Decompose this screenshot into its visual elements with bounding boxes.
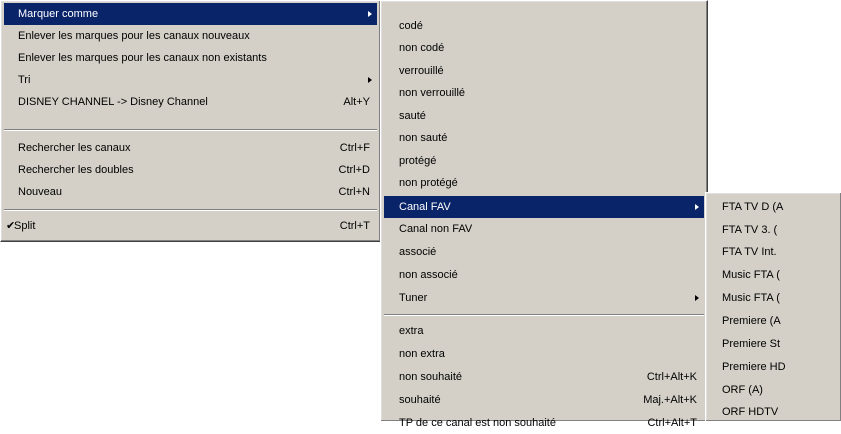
menu-item-label: Rechercher les doubles xyxy=(18,164,134,176)
menu-item-rename-case[interactable]: DISNEY CHANNEL -> Disney Channel Alt+Y xyxy=(4,91,377,113)
menu-item-fav-list[interactable]: FTA TV D (A xyxy=(709,196,838,218)
menu-item-label: Canal non FAV xyxy=(399,223,473,235)
menu-item-coded[interactable]: codé xyxy=(384,15,704,37)
menu-item-label: Premiere (A xyxy=(722,315,781,327)
menu-item-label: Rechercher les canaux xyxy=(18,142,131,154)
menu-item-label: associé xyxy=(399,246,437,258)
menu-item-label: TP de ce canal est non souhaité xyxy=(399,417,556,429)
menu-item-unlocked[interactable]: non verrouillé xyxy=(384,82,704,104)
menu-item-label: Music FTA ( xyxy=(722,292,780,304)
menu-item-label: non souhaité xyxy=(399,371,462,383)
menu-item-tuner[interactable]: Tuner xyxy=(384,287,704,309)
submenu-arrow-icon xyxy=(695,295,699,301)
menu-item-label: souhaité xyxy=(399,394,441,406)
menu-item-label: extra xyxy=(399,325,424,337)
menu-item-label: Premiere HD xyxy=(722,361,786,373)
menu-item-skipped[interactable]: sauté xyxy=(384,105,704,127)
menu-item-shortcut: Ctrl+D xyxy=(338,164,370,176)
menu-item-label: Nouveau xyxy=(18,186,63,198)
submenu-mark-as: codé non codé verrouillé non verrouillé … xyxy=(380,0,708,429)
menu-item-label: Enlever les marques pour les canaux non … xyxy=(18,52,267,64)
menu-item-not-coded[interactable]: non codé xyxy=(384,37,704,59)
menu-item-unwanted[interactable]: non souhaité Ctrl+Alt+K xyxy=(384,366,704,388)
menu-item-label: Music FTA ( xyxy=(722,269,780,281)
menu-item-label: Marquer comme xyxy=(18,8,99,20)
menu-item-label: Tuner xyxy=(399,292,428,304)
menu-item-search-duplicates[interactable]: Rechercher les doubles Ctrl+D xyxy=(4,159,377,181)
menu-item-shortcut: Alt+Y xyxy=(343,96,370,108)
menu-item-sort[interactable]: Tri xyxy=(4,69,377,91)
menu-item-label: FTA TV Int. xyxy=(722,246,777,258)
menu-item-fav-list[interactable]: Premiere HD xyxy=(709,356,838,378)
menu-item-label: Canal FAV xyxy=(399,201,451,213)
menu-item-label: non protégé xyxy=(399,177,458,189)
menu-item-label: non associé xyxy=(399,269,458,281)
menu-item-label: ORF (A) xyxy=(722,384,763,396)
menu-item-shortcut: Ctrl+F xyxy=(339,142,370,154)
menu-item-label: non codé xyxy=(399,42,445,54)
menu-item-shortcut: Ctrl+T xyxy=(339,220,370,232)
menu-item-fav-list[interactable]: FTA TV Int. xyxy=(709,241,838,263)
menu-item-label: Premiere St xyxy=(722,338,781,350)
submenu-arrow-icon xyxy=(695,204,699,210)
menu-item-fav-list[interactable]: FTA TV 3. ( xyxy=(709,219,838,241)
menu-item-non-fav-channel[interactable]: Canal non FAV xyxy=(384,218,704,240)
menu-item-label: verrouillé xyxy=(399,65,444,77)
menu-item-protected[interactable]: protégé xyxy=(384,150,704,172)
menu-item-label: Split xyxy=(14,220,36,232)
menu-item-label: non extra xyxy=(399,348,445,360)
menu-item-fav-list[interactable]: Premiere (A xyxy=(709,310,838,332)
menu-item-new[interactable]: Nouveau Ctrl+N xyxy=(4,181,377,203)
menu-item-wanted[interactable]: souhaité Maj.+Alt+K xyxy=(384,389,704,411)
menu-item-not-protected[interactable]: non protégé xyxy=(384,172,704,194)
menu-item-label: DISNEY CHANNEL -> Disney Channel xyxy=(18,96,208,108)
menu-item-label: non sauté xyxy=(399,132,448,144)
menu-item-label: codé xyxy=(399,20,423,32)
context-menu-main: Marquer comme Enlever les marques pour l… xyxy=(0,0,381,242)
menu-item-label: FTA TV D (A xyxy=(722,201,784,213)
menu-item-search-channels[interactable]: Rechercher les canaux Ctrl+F xyxy=(4,137,377,159)
menu-item-label: protégé xyxy=(399,155,437,167)
menu-item-remove-marks-nonexistent[interactable]: Enlever les marques pour les canaux non … xyxy=(4,47,377,69)
menu-item-fav-channel[interactable]: Canal FAV xyxy=(384,196,704,218)
menu-item-fav-list[interactable]: ORF HDTV xyxy=(709,401,838,423)
menu-item-fav-list[interactable]: Music FTA ( xyxy=(709,264,838,286)
menu-item-locked[interactable]: verrouillé xyxy=(384,60,704,82)
menu-separator xyxy=(384,314,704,316)
menu-item-label: Enlever les marques pour les canaux nouv… xyxy=(18,30,250,42)
menu-item-extra[interactable]: extra xyxy=(384,320,704,342)
menu-item-label: sauté xyxy=(399,110,426,122)
menu-item-shortcut: Maj.+Alt+K xyxy=(643,394,697,406)
menu-separator xyxy=(4,209,377,211)
menu-item-label: Tri xyxy=(18,74,31,86)
menu-item-shortcut: Ctrl+Alt+K xyxy=(646,371,697,383)
menu-item-shortcut: Ctrl+Alt+T xyxy=(647,417,697,429)
menu-item-not-associated[interactable]: non associé xyxy=(384,264,704,286)
menu-separator xyxy=(4,129,377,131)
menu-item-tp-unwanted[interactable]: TP de ce canal est non souhaité Ctrl+Alt… xyxy=(384,412,704,434)
menu-item-mark-as[interactable]: Marquer comme xyxy=(4,3,377,25)
submenu-fav-channel: FTA TV D (A FTA TV 3. ( FTA TV Int. Musi… xyxy=(705,192,841,421)
menu-item-associated[interactable]: associé xyxy=(384,241,704,263)
menu-item-not-extra[interactable]: non extra xyxy=(384,343,704,365)
menu-item-label: ORF HDTV xyxy=(722,406,779,418)
menu-item-fav-list[interactable]: Music FTA ( xyxy=(709,287,838,309)
menu-item-label: FTA TV 3. ( xyxy=(722,224,778,236)
menu-item-not-skipped[interactable]: non sauté xyxy=(384,127,704,149)
menu-item-shortcut: Ctrl+N xyxy=(338,186,370,198)
menu-item-split[interactable]: ✔ Split Ctrl+T xyxy=(4,215,377,237)
menu-item-fav-list[interactable]: Premiere St xyxy=(709,333,838,355)
menu-item-fav-list[interactable]: ORF (A) xyxy=(709,379,838,401)
submenu-arrow-icon xyxy=(368,11,372,17)
menu-item-remove-marks-new[interactable]: Enlever les marques pour les canaux nouv… xyxy=(4,25,377,47)
menu-item-label: non verrouillé xyxy=(399,87,466,99)
submenu-arrow-icon xyxy=(368,77,372,83)
